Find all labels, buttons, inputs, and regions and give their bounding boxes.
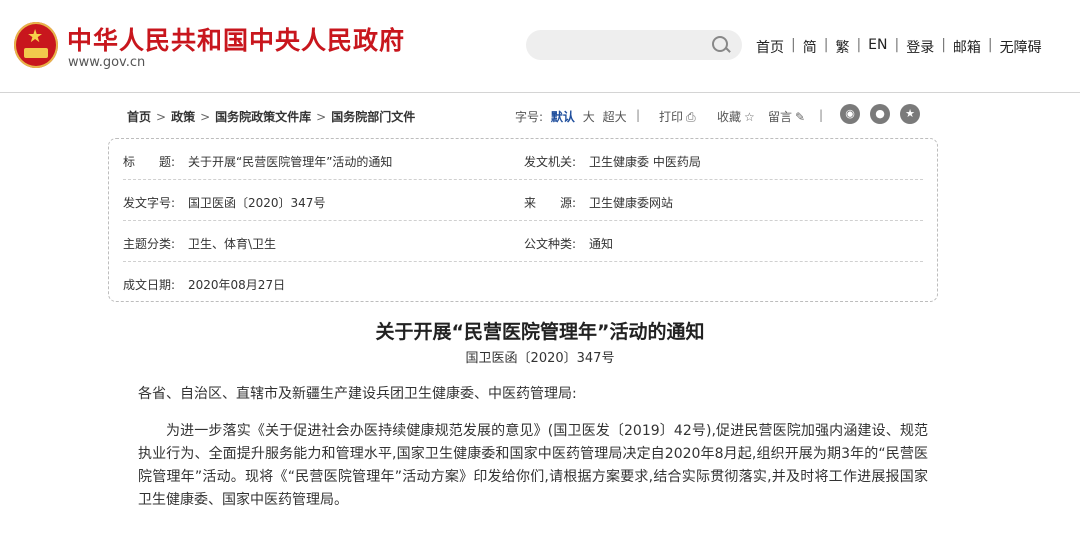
nav-mail[interactable]: 邮箱 xyxy=(953,37,981,57)
printer-icon: ⎙ xyxy=(686,110,696,124)
info-category-value: 卫生、体育\卫生 xyxy=(188,237,277,251)
print-label: 打印 xyxy=(659,110,684,124)
nav-home[interactable]: 首页 xyxy=(756,37,784,57)
nav-separator: | xyxy=(823,37,829,53)
breadcrumb-separator: > xyxy=(156,110,167,124)
font-size-xlarge[interactable]: 超大 xyxy=(603,110,627,124)
font-size-switcher: 字号: 默认 大 超大 xyxy=(515,108,627,125)
nav-login[interactable]: 登录 xyxy=(906,37,934,57)
wechat-share-icon[interactable]: ● xyxy=(870,104,890,124)
favorite-label: 收藏 xyxy=(717,110,742,124)
breadcrumb: 首页 > 政策 > 国务院政策文件库 > 国务院部门文件 xyxy=(127,108,415,125)
breadcrumb-separator: > xyxy=(316,110,327,124)
nav-separator: | xyxy=(894,37,900,53)
toolbar-separator: | xyxy=(819,108,824,122)
site-url[interactable]: www.gov.cn xyxy=(68,55,145,70)
nav-separator: | xyxy=(987,37,993,53)
info-row: 成文日期: 2020年08月27日 xyxy=(123,262,923,302)
info-issuer-value: 卫生健康委 中医药局 xyxy=(589,155,701,169)
font-size-label: 字号: xyxy=(515,110,544,124)
pencil-icon: ✎ xyxy=(795,110,806,124)
article-toolbar: 首页 > 政策 > 国务院政策文件库 > 国务院部门文件 字号: 默认 大 超大 | 打印 ⎙… xyxy=(127,104,927,127)
national-emblem-icon[interactable]: ★ xyxy=(14,22,58,68)
info-issuer-label: 发文机关: xyxy=(524,155,577,169)
info-row: 发文字号: 国卫医函〔2020〕347号 来 源: 卫生健康委网站 xyxy=(123,180,923,221)
font-size-default[interactable]: 默认 xyxy=(551,110,575,124)
info-row: 标 题: 关于开展“民营医院管理年”活动的通知 发文机关: 卫生健康委 中医药局 xyxy=(123,139,923,180)
nav-accessibility[interactable]: 无障碍 xyxy=(1000,37,1042,57)
document-paragraph: 为进一步落实《关于促进社会办医持续健康规范发展的意见》(国卫医发〔2019〕42… xyxy=(138,423,928,508)
print-button[interactable]: 打印 ⎙ xyxy=(659,108,696,125)
star-icon: ☆ xyxy=(744,110,755,124)
nav-english[interactable]: EN xyxy=(868,37,887,57)
info-docno-value: 国卫医函〔2020〕347号 xyxy=(188,196,326,210)
info-date-value: 2020年08月27日 xyxy=(188,278,286,292)
document-info-panel: 标 题: 关于开展“民营医院管理年”活动的通知 发文机关: 卫生健康委 中医药局… xyxy=(108,138,938,302)
info-title-value: 关于开展“民营医院管理年”活动的通知 xyxy=(188,155,393,169)
breadcrumb-separator: > xyxy=(200,110,211,124)
top-nav: 首页 | 简 | 繁 | EN | 登录 | 邮箱 | 无障碍 xyxy=(756,37,1042,57)
weibo-share-icon[interactable]: ◉ xyxy=(840,104,860,124)
info-source-value: 卫生健康委网站 xyxy=(589,196,674,210)
nav-separator: | xyxy=(941,37,946,53)
breadcrumb-policy-library[interactable]: 国务院政策文件库 xyxy=(215,110,311,124)
nav-separator: | xyxy=(856,37,862,53)
info-source-label: 来 源: xyxy=(524,196,577,210)
info-type-label: 公文种类: xyxy=(524,237,577,251)
site-header: ★ 中华人民共和国中央人民政府 www.gov.cn 首页 | 简 | 繁 | … xyxy=(0,0,1080,93)
toolbar-separator: | xyxy=(636,108,641,122)
document-addressee: 各省、自治区、直辖市及新疆生产建设兵团卫生健康委、中医药管理局: xyxy=(138,386,577,402)
font-size-large[interactable]: 大 xyxy=(583,110,595,124)
breadcrumb-home[interactable]: 首页 xyxy=(127,110,151,124)
nav-traditional[interactable]: 繁 xyxy=(835,37,849,57)
favorite-button[interactable]: 收藏 ☆ xyxy=(717,108,755,125)
site-title[interactable]: 中华人民共和国中央人民政府 xyxy=(67,21,405,57)
breadcrumb-department-docs[interactable]: 国务院部门文件 xyxy=(331,110,415,124)
document-number: 国卫医函〔2020〕347号 xyxy=(465,351,615,366)
search-icon[interactable] xyxy=(712,36,728,52)
info-docno-label: 发文字号: xyxy=(123,196,176,210)
info-date-label: 成文日期: xyxy=(123,278,176,292)
comment-label: 留言 xyxy=(768,110,793,124)
favorite-share-icon[interactable]: ★ xyxy=(900,104,920,124)
info-category-label: 主题分类: xyxy=(123,237,176,251)
nav-separator: | xyxy=(791,37,796,53)
info-type-value: 通知 xyxy=(589,237,614,251)
document-title: 关于开展“民营医院管理年”活动的通知 xyxy=(375,321,705,343)
breadcrumb-policy[interactable]: 政策 xyxy=(171,110,195,124)
nav-simplified[interactable]: 简 xyxy=(803,37,817,57)
comment-button[interactable]: 留言 ✎ xyxy=(768,108,805,125)
info-title-label: 标 题: xyxy=(123,155,176,169)
search-input[interactable] xyxy=(526,30,742,60)
info-row: 主题分类: 卫生、体育\卫生 公文种类: 通知 xyxy=(123,221,923,262)
